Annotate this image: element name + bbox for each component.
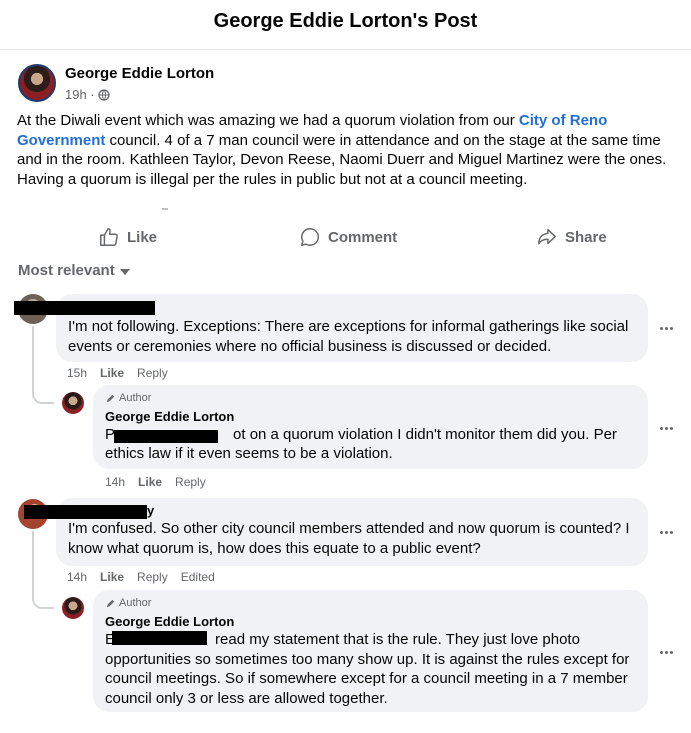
comment-text: I'm not following. Exceptions: There are… — [68, 318, 629, 355]
redacted-name — [14, 301, 155, 315]
comment-text: I'm confused. So other city council memb… — [68, 520, 630, 557]
author-avatar[interactable] — [18, 64, 56, 102]
edited-label: Edited — [180, 570, 215, 584]
post-text-part1: At the Diwali event which was amazing we… — [17, 112, 519, 129]
page-title: George Eddie Lorton's Post — [213, 10, 478, 32]
commenter-name-tail: y — [147, 503, 155, 518]
comment-like-button[interactable]: Like — [100, 366, 124, 380]
more-options-icon[interactable] — [658, 320, 674, 336]
comment-time[interactable]: 14h — [67, 570, 87, 584]
caret-down-icon — [119, 268, 130, 275]
globe-icon — [97, 88, 110, 101]
post-text: At the Diwali event which was amazing we… — [17, 111, 681, 189]
share-button[interactable]: Share — [536, 222, 607, 252]
comment-like-button[interactable]: Like — [100, 570, 124, 584]
redacted-name — [112, 631, 207, 645]
share-icon — [538, 228, 556, 245]
more-options-icon[interactable] — [658, 420, 674, 436]
pencil-icon — [106, 599, 115, 607]
comment-icon — [301, 228, 320, 246]
comment-reply-button[interactable]: Reply — [137, 366, 168, 380]
reply-meta: 14h Like Reply — [105, 475, 206, 489]
post-author-row: George Eddie Lorton 19h · — [18, 64, 678, 108]
post-meta: 19h · — [65, 87, 110, 102]
more-options-icon[interactable] — [658, 644, 674, 660]
author-reply-avatar[interactable] — [62, 597, 84, 619]
redacted-name — [24, 505, 147, 519]
reaction-tick — [162, 208, 168, 210]
post-header: George Eddie Lorton's Post — [0, 0, 691, 50]
reply-bubble: Author George Eddie Lorton Eread my stat… — [93, 590, 648, 712]
reply-author-name[interactable]: George Eddie Lorton — [105, 409, 636, 425]
post-timestamp[interactable]: 19h · — [65, 87, 95, 102]
like-button[interactable]: Like — [98, 222, 157, 252]
comment-button[interactable]: Comment — [299, 222, 397, 252]
post-author-name[interactable]: George Eddie Lorton — [65, 65, 214, 82]
post-text-part2: council. 4 of a 7 man council were in at… — [17, 131, 667, 188]
comment-label: Comment — [328, 228, 398, 246]
author-badge: Author — [105, 391, 636, 405]
pencil-icon — [106, 394, 115, 402]
comment-meta: 15h Like Reply — [67, 366, 168, 380]
comment-reply-button[interactable]: Reply — [137, 570, 168, 584]
thumbs-up-icon — [100, 228, 118, 246]
like-label: Like — [127, 228, 158, 246]
author-badge-label: Author — [119, 392, 152, 404]
comment-time[interactable]: 15h — [67, 366, 87, 380]
thread-connector — [32, 531, 54, 609]
comment-meta: 14h Like Reply Edited — [67, 570, 215, 584]
thread-connector — [32, 326, 54, 404]
reply-time[interactable]: 14h — [105, 475, 125, 489]
reply-author-name[interactable]: George Eddie Lorton — [105, 614, 636, 630]
sort-dropdown[interactable]: Most relevant — [18, 262, 130, 279]
more-options-icon[interactable] — [658, 524, 674, 540]
author-badge-label: Author — [119, 597, 152, 609]
share-label: Share — [565, 228, 607, 246]
reply-reply-button[interactable]: Reply — [175, 475, 206, 489]
reply-like-button[interactable]: Like — [138, 475, 162, 489]
action-bar: Like Comment Share — [0, 222, 691, 252]
sort-label: Most relevant — [18, 262, 115, 279]
redacted-name — [114, 430, 218, 443]
author-reply-avatar[interactable] — [62, 392, 84, 414]
author-badge: Author — [105, 596, 636, 610]
reply-bubble: Author George Eddie Lorton Pot on a quor… — [93, 385, 648, 469]
